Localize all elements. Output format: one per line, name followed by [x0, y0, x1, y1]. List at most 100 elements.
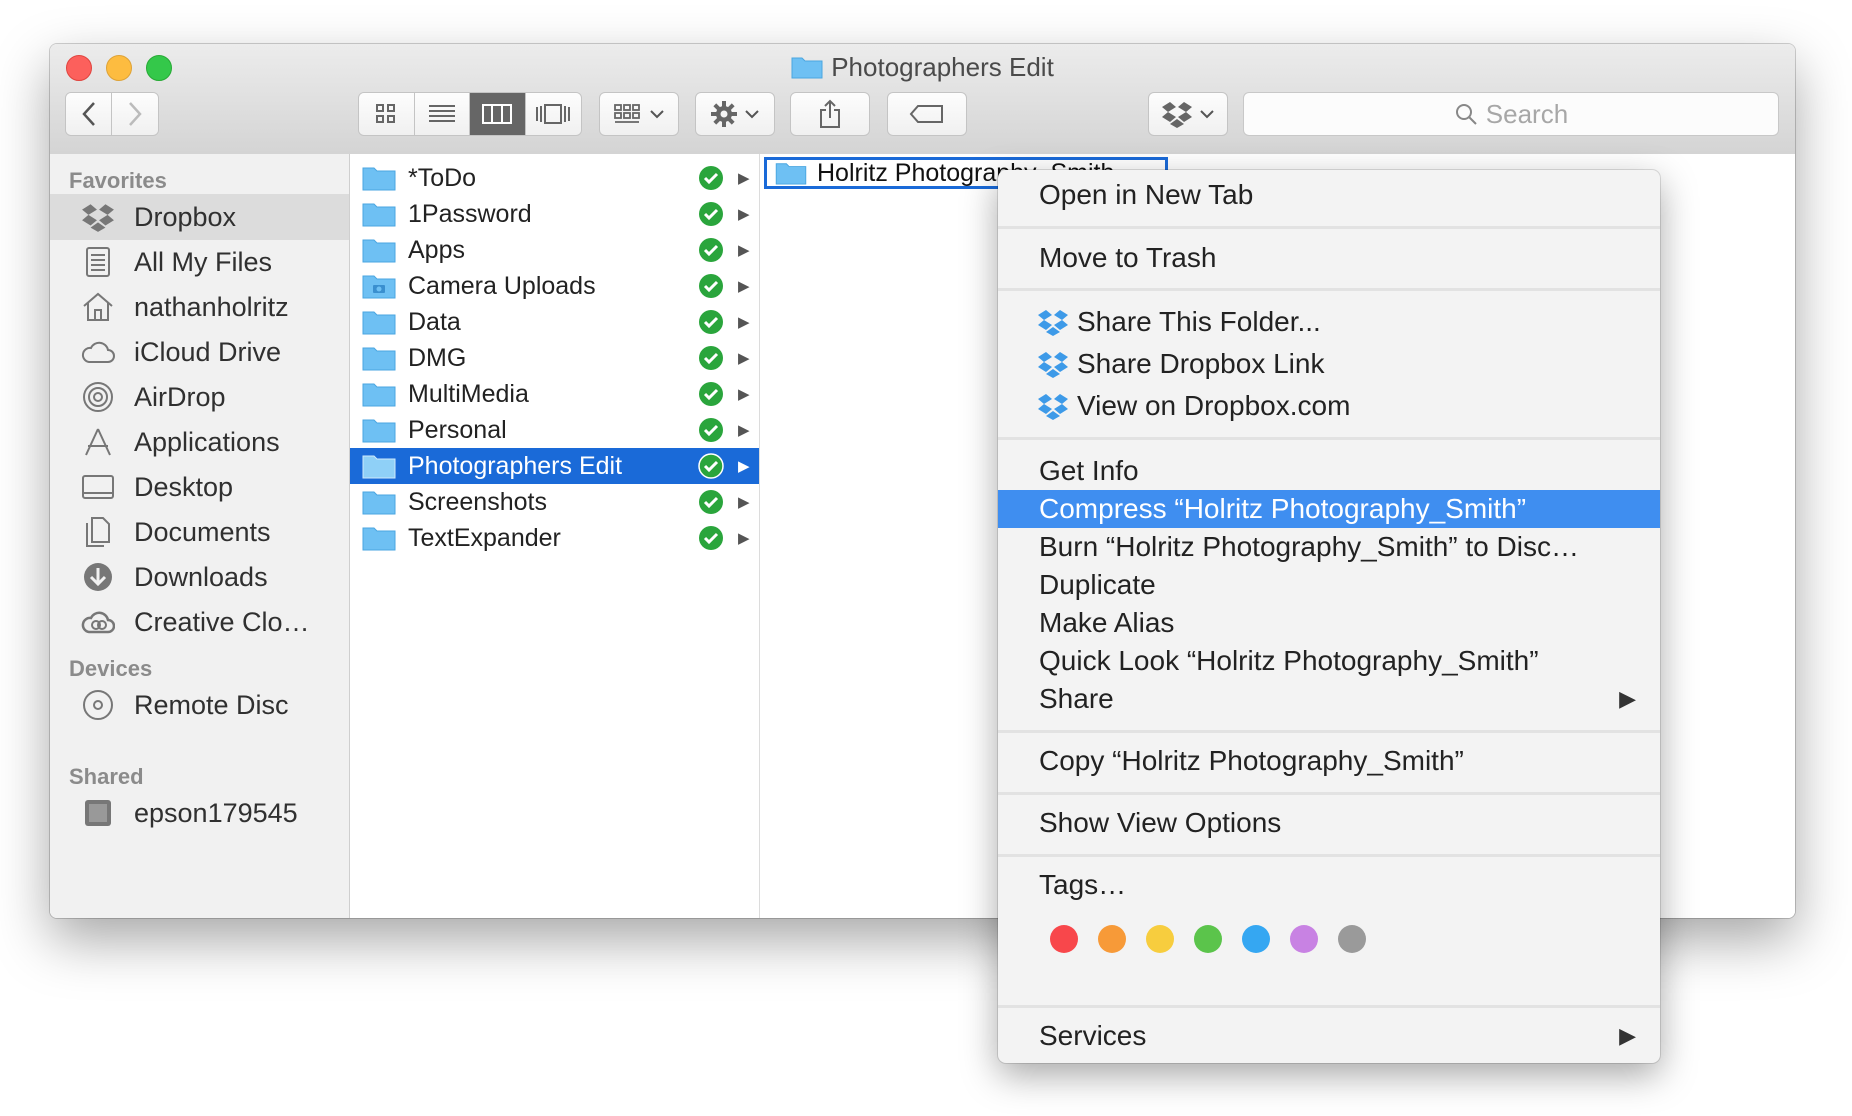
- folder-row[interactable]: Camera Uploads ▶: [350, 268, 759, 304]
- disclosure-arrow-icon: ▶: [738, 458, 750, 475]
- menu-item-compress[interactable]: Compress “Holritz Photography_Smith”: [998, 490, 1660, 528]
- tag-green[interactable]: [1194, 925, 1222, 953]
- folder-row[interactable]: TextExpander ▶: [350, 520, 759, 556]
- list-view-button[interactable]: [414, 93, 470, 135]
- folder-row-selected[interactable]: Photographers Edit ▶: [350, 448, 759, 484]
- folder-row[interactable]: DMG ▶: [350, 340, 759, 376]
- sidebar-item-documents[interactable]: Documents: [50, 509, 349, 555]
- toolbar: Photographers Edit Search: [50, 44, 1795, 155]
- sidebar-item-desktop[interactable]: Desktop: [50, 464, 349, 510]
- sidebar-item-all-my-files[interactable]: All My Files: [50, 239, 349, 285]
- folder-name: 1Password: [408, 199, 532, 228]
- submenu-arrow-icon: ▶: [1619, 1023, 1636, 1048]
- sidebar-item-label: Creative Clo…: [134, 606, 310, 637]
- sidebar-item-airdrop[interactable]: AirDrop: [50, 374, 349, 420]
- menu-item-duplicate[interactable]: Duplicate: [998, 566, 1660, 604]
- sync-check-icon: [699, 490, 723, 514]
- window-title-text: Photographers Edit: [831, 52, 1054, 82]
- menu-item-quick-look[interactable]: Quick Look “Holritz Photography_Smith”: [998, 642, 1660, 680]
- action-button[interactable]: [695, 92, 775, 136]
- disclosure-arrow-icon: ▶: [738, 242, 750, 259]
- sidebar-item-nathanholritz[interactable]: nathanholritz: [50, 284, 349, 330]
- sync-check-icon: [699, 274, 723, 298]
- search-field[interactable]: Search: [1243, 92, 1779, 136]
- menu-item-show-view-options[interactable]: Show View Options: [998, 804, 1660, 842]
- sidebar-item-label: iCloud Drive: [134, 336, 282, 367]
- chevron-down-icon: [650, 110, 664, 119]
- folder-icon: [362, 491, 396, 515]
- disclosure-arrow-icon: ▶: [738, 170, 750, 187]
- menu-item-services[interactable]: Services ▶: [998, 1017, 1660, 1055]
- folder-name: *ToDo: [408, 163, 477, 192]
- menu-item-tags[interactable]: Tags…: [998, 866, 1660, 904]
- cover-flow-button[interactable]: [525, 93, 581, 135]
- tag-gray[interactable]: [1338, 925, 1366, 953]
- folder-icon: [362, 527, 396, 551]
- home-icon: [78, 287, 118, 327]
- sidebar-item-label: Downloads: [134, 561, 268, 592]
- menu-separator: [998, 288, 1660, 291]
- folder-row[interactable]: Apps ▶: [350, 232, 759, 268]
- sync-check-icon: [699, 310, 723, 334]
- folder-row[interactable]: MultiMedia ▶: [350, 376, 759, 412]
- tag-purple[interactable]: [1290, 925, 1318, 953]
- folder-name: DMG: [408, 343, 467, 372]
- dropbox-icon: [1038, 352, 1068, 378]
- folder-name: Photographers Edit: [408, 451, 623, 480]
- menu-item-view-on-dropbox[interactable]: View on Dropbox.com: [998, 387, 1660, 425]
- menu-item-open-in-new-tab[interactable]: Open in New Tab: [998, 176, 1660, 214]
- disclosure-arrow-icon: ▶: [738, 314, 750, 331]
- tag-yellow[interactable]: [1146, 925, 1174, 953]
- share-icon: [820, 99, 840, 128]
- share-button[interactable]: [790, 92, 870, 136]
- creative-cloud-icon: [78, 602, 118, 642]
- menu-item-share[interactable]: Share ▶: [998, 680, 1660, 718]
- arrange-icon: [614, 104, 640, 123]
- arrange-button[interactable]: [599, 92, 679, 136]
- folder-row[interactable]: 1Password ▶: [350, 196, 759, 232]
- sidebar-header-shared: Shared: [69, 764, 144, 789]
- forward-button[interactable]: [112, 93, 158, 135]
- folder-icon: [362, 455, 396, 479]
- tag-orange[interactable]: [1098, 925, 1126, 953]
- sidebar-item-applications[interactable]: Applications: [50, 419, 349, 465]
- sidebar-item-remote-disc[interactable]: Remote Disc: [50, 682, 349, 728]
- sidebar-item-dropbox[interactable]: Dropbox: [50, 194, 349, 240]
- sidebar-item-downloads[interactable]: Downloads: [50, 554, 349, 600]
- tag-red[interactable]: [1050, 925, 1078, 953]
- dropbox-menu-button[interactable]: [1148, 92, 1228, 136]
- disclosure-arrow-icon: ▶: [738, 278, 750, 295]
- menu-item-copy[interactable]: Copy “Holritz Photography_Smith”: [998, 742, 1660, 780]
- menu-item-share-folder[interactable]: Share This Folder...: [998, 303, 1660, 341]
- sidebar-item-icloud-drive[interactable]: iCloud Drive: [50, 329, 349, 375]
- folder-name: Personal: [408, 415, 507, 444]
- sidebar-item-creative-cloud[interactable]: Creative Clo…: [50, 599, 349, 645]
- column-view-button[interactable]: [470, 93, 526, 135]
- sidebar-item-epson[interactable]: epson179545: [50, 790, 349, 836]
- disclosure-arrow-icon: ▶: [738, 350, 750, 367]
- desktop-icon: [78, 467, 118, 507]
- disclosure-arrow-icon: ▶: [738, 206, 750, 223]
- menu-item-get-info[interactable]: Get Info: [998, 452, 1660, 490]
- search-placeholder: Search: [1485, 98, 1569, 129]
- folder-row[interactable]: Screenshots ▶: [350, 484, 759, 520]
- sidebar-header-devices: Devices: [69, 656, 153, 681]
- edit-tags-button[interactable]: [887, 92, 967, 136]
- tag-blue[interactable]: [1242, 925, 1270, 953]
- folder-row[interactable]: *ToDo ▶: [350, 160, 759, 196]
- disclosure-arrow-icon: ▶: [738, 494, 750, 511]
- icon-view-button[interactable]: [359, 93, 415, 135]
- menu-item-move-to-trash[interactable]: Move to Trash: [998, 239, 1660, 277]
- back-button[interactable]: [66, 93, 113, 135]
- folder-icon: [362, 347, 396, 371]
- menu-item-burn[interactable]: Burn “Holritz Photography_Smith” to Disc…: [998, 528, 1660, 566]
- menu-separator: [998, 730, 1660, 733]
- folder-row[interactable]: Data ▶: [350, 304, 759, 340]
- sync-check-icon: [699, 418, 723, 442]
- folder-row[interactable]: Personal ▶: [350, 412, 759, 448]
- menu-item-make-alias[interactable]: Make Alias: [998, 604, 1660, 642]
- menu-item-share-dropbox-link[interactable]: Share Dropbox Link: [998, 345, 1660, 383]
- sync-check-icon: [699, 382, 723, 406]
- sidebar-item-label: nathanholritz: [134, 291, 289, 322]
- sync-check-icon: [699, 202, 723, 226]
